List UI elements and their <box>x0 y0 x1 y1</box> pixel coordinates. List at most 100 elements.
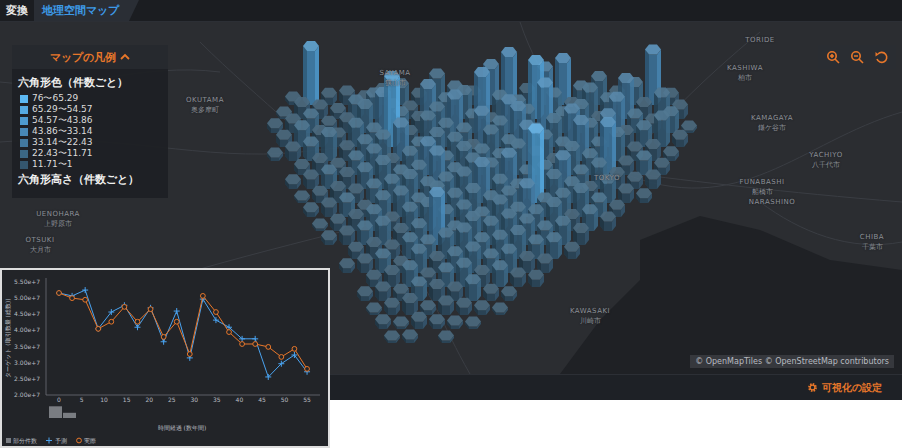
actual-point[interactable] <box>109 319 114 324</box>
actual-point[interactable] <box>292 346 297 351</box>
hex-column[interactable] <box>285 174 301 189</box>
hex-column[interactable] <box>600 211 616 231</box>
actual-point[interactable] <box>83 297 88 302</box>
forecast-point[interactable] <box>148 305 154 311</box>
hex-column[interactable] <box>636 188 652 203</box>
legend-swatch <box>20 106 28 114</box>
gear-icon <box>807 382 818 393</box>
legend-item-label: 33.14〜22.43 <box>32 137 93 148</box>
actual-point[interactable] <box>148 307 153 312</box>
actual-point[interactable] <box>227 330 232 335</box>
hex-column[interactable] <box>438 331 454 343</box>
x-tick-label: 20 <box>145 396 153 403</box>
visualization-settings-button[interactable]: 可視化の設定 <box>803 379 886 397</box>
hex-column[interactable] <box>528 270 544 287</box>
legend-item: 22.43〜11.71 <box>18 148 162 159</box>
actual-point[interactable] <box>266 345 271 350</box>
zoom-out-button[interactable] <box>846 47 868 67</box>
hex-column[interactable] <box>312 219 328 231</box>
actual-point[interactable] <box>187 352 192 357</box>
zoom-out-icon[interactable] <box>850 50 864 64</box>
hex-column[interactable] <box>483 284 499 301</box>
actual-point[interactable] <box>122 304 127 309</box>
hex-column[interactable] <box>447 315 463 329</box>
y-tick-label: 4.50e+7 <box>14 310 40 317</box>
hex-column[interactable] <box>375 314 391 329</box>
hex-column[interactable] <box>456 298 472 315</box>
hex-column[interactable] <box>573 223 589 245</box>
hex-column[interactable] <box>465 317 481 329</box>
forecast-point[interactable] <box>56 290 62 296</box>
legend-title: マップの凡例 <box>50 50 116 65</box>
hex-column[interactable] <box>303 202 319 217</box>
hex-column[interactable] <box>438 295 454 315</box>
hex-column[interactable] <box>492 303 508 315</box>
forecast-point[interactable] <box>82 287 88 293</box>
x-tick-label: 30 <box>190 396 198 403</box>
forecast-point[interactable] <box>95 326 101 332</box>
forecast-point[interactable] <box>213 317 219 323</box>
actual-point[interactable] <box>240 342 245 347</box>
reset-button[interactable] <box>870 47 892 67</box>
hex-column[interactable] <box>474 67 490 119</box>
hex-column[interactable] <box>501 47 517 105</box>
chart-canvas: ターゲット (取引数量 (総数))5.50e+75.00e+74.50e+74.… <box>2 270 328 446</box>
hex-column[interactable] <box>366 303 382 315</box>
actual-point[interactable] <box>96 326 101 331</box>
legend-body: 六角形色（件数ごと） 76〜65.29 65.29〜54.57 54.57〜43… <box>12 69 168 198</box>
hex-column[interactable] <box>492 260 508 287</box>
actual-point[interactable] <box>70 296 75 301</box>
reset-icon[interactable] <box>874 50 888 64</box>
hex-column[interactable] <box>411 312 427 329</box>
actual-point[interactable] <box>305 366 310 371</box>
forecast-point[interactable] <box>265 374 271 380</box>
section-title: 変換 <box>0 0 34 21</box>
actual-point[interactable] <box>279 355 284 360</box>
hex-column[interactable] <box>645 169 661 189</box>
hex-column[interactable] <box>384 298 400 315</box>
hex-column[interactable] <box>285 141 301 161</box>
actual-point[interactable] <box>135 319 140 324</box>
hex-column[interactable] <box>267 147 283 161</box>
hex-column[interactable] <box>402 329 418 343</box>
hex-column[interactable] <box>510 267 526 287</box>
forecast-point[interactable] <box>174 308 180 314</box>
zoom-in-icon[interactable] <box>826 50 840 64</box>
hex-column[interactable] <box>501 286 517 301</box>
forecast-point[interactable] <box>239 336 245 342</box>
actual-point[interactable] <box>161 335 166 340</box>
legend-header[interactable]: マップの凡例 <box>12 45 168 69</box>
map-place-label: 川崎市 <box>580 318 601 325</box>
forecast-point[interactable] <box>252 336 258 342</box>
hex-column[interactable] <box>429 314 445 329</box>
actual-point[interactable] <box>174 319 179 324</box>
hex-column[interactable] <box>672 130 688 147</box>
hex-column[interactable] <box>321 230 337 245</box>
hex-column[interactable] <box>393 317 409 329</box>
tab[interactable]: 地理空間マップ <box>34 0 139 21</box>
hex-column[interactable] <box>339 258 355 273</box>
forecast-point[interactable] <box>108 309 114 315</box>
forecast-point[interactable] <box>278 361 284 367</box>
x-tick-label: 45 <box>258 396 266 403</box>
hex-column[interactable] <box>357 286 373 301</box>
histogram-bar[interactable] <box>49 406 62 418</box>
hex-column[interactable] <box>384 331 400 343</box>
legend-item-label: 54.57〜43.86 <box>32 115 93 126</box>
y-tick-label: 4.00e+7 <box>14 326 40 333</box>
hex-column[interactable] <box>564 242 580 259</box>
hex-column[interactable] <box>474 300 490 315</box>
hex-column[interactable] <box>402 293 418 315</box>
actual-point[interactable] <box>200 293 205 298</box>
hex-column[interactable] <box>465 274 481 301</box>
actual-point[interactable] <box>253 342 258 347</box>
hex-column[interactable] <box>303 41 319 105</box>
actual-point[interactable] <box>214 310 219 315</box>
forecast-point[interactable] <box>134 324 140 330</box>
histogram-bar[interactable] <box>63 413 76 418</box>
hex-column[interactable] <box>294 191 310 203</box>
chevron-up-icon[interactable] <box>120 53 130 61</box>
map-legend: マップの凡例 六角形色（件数ごと） 76〜65.29 65.29〜54.57 5… <box>12 45 168 198</box>
zoom-in-button[interactable] <box>822 47 844 67</box>
actual-point[interactable] <box>57 291 62 296</box>
